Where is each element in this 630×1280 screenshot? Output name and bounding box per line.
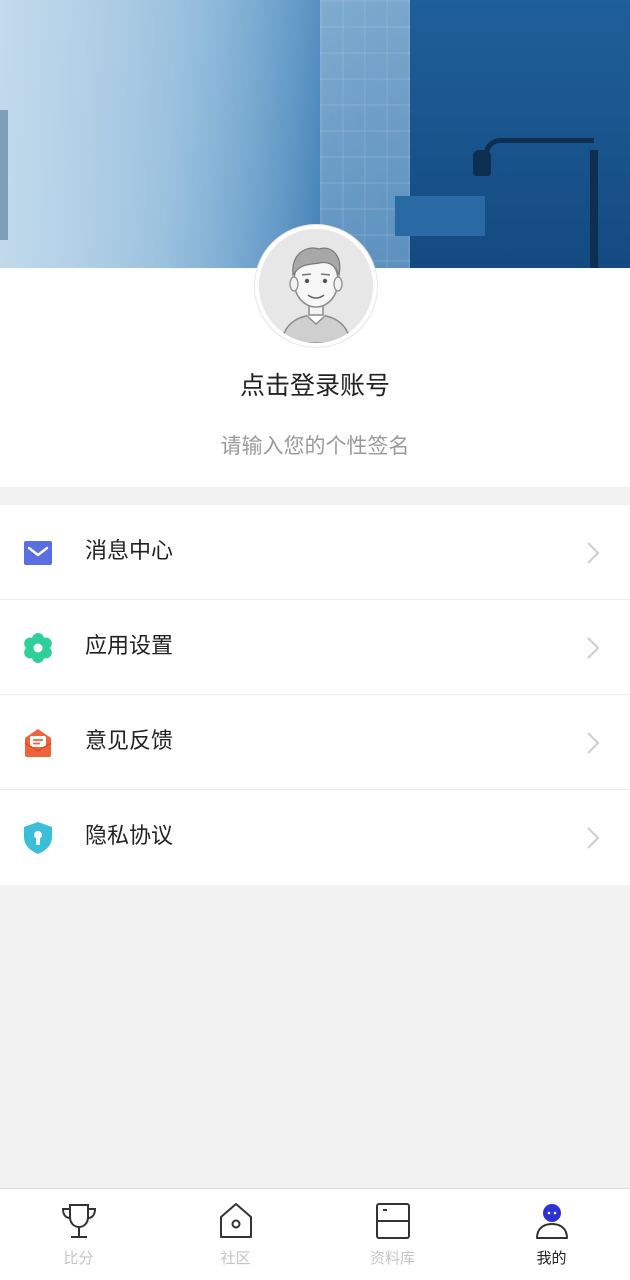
menu-item-privacy-policy[interactable]: 隐私协议 (0, 790, 630, 885)
tab-score[interactable]: 比分 (0, 1189, 157, 1280)
menu-item-label: 应用设置 (85, 634, 174, 659)
signature-placeholder[interactable]: 请输入您的个性签名 (0, 430, 630, 462)
default-avatar-icon (259, 229, 373, 343)
login-prompt[interactable]: 点击登录账号 (0, 368, 630, 404)
tab-database[interactable]: 资料库 (314, 1189, 471, 1280)
chevron-right-icon (587, 542, 600, 564)
avatar[interactable] (255, 225, 377, 347)
chevron-right-icon (587, 637, 600, 659)
tab-label: 我的 (536, 1249, 567, 1267)
tab-community[interactable]: 社区 (157, 1189, 314, 1280)
tab-label: 资料库 (369, 1249, 415, 1267)
tab-mine[interactable]: 我的 (473, 1189, 630, 1280)
database-icon (376, 1203, 410, 1239)
feedback-icon (23, 728, 53, 758)
bottom-tab-bar: 比分 社区 资料库 我的 (0, 1188, 630, 1280)
gear-icon (23, 633, 53, 663)
menu-item-app-settings[interactable]: 应用设置 (0, 600, 630, 695)
user-icon (536, 1204, 568, 1239)
home-icon (220, 1203, 252, 1238)
tab-label: 社区 (220, 1249, 251, 1267)
shield-lock-icon (23, 822, 53, 854)
menu-item-label: 消息中心 (85, 539, 174, 564)
tab-label: 比分 (63, 1249, 94, 1267)
menu-item-feedback[interactable]: 意见反馈 (0, 695, 630, 790)
trophy-icon (61, 1204, 97, 1238)
menu-item-label: 隐私协议 (85, 824, 174, 849)
menu-item-message-center[interactable]: 消息中心 (0, 505, 630, 600)
chevron-right-icon (587, 827, 600, 849)
menu-item-label: 意见反馈 (85, 729, 174, 754)
mail-icon (23, 538, 53, 568)
chevron-right-icon (587, 732, 600, 754)
menu-list: 消息中心 应用设置 意见反馈 隐私协议 (0, 505, 630, 885)
